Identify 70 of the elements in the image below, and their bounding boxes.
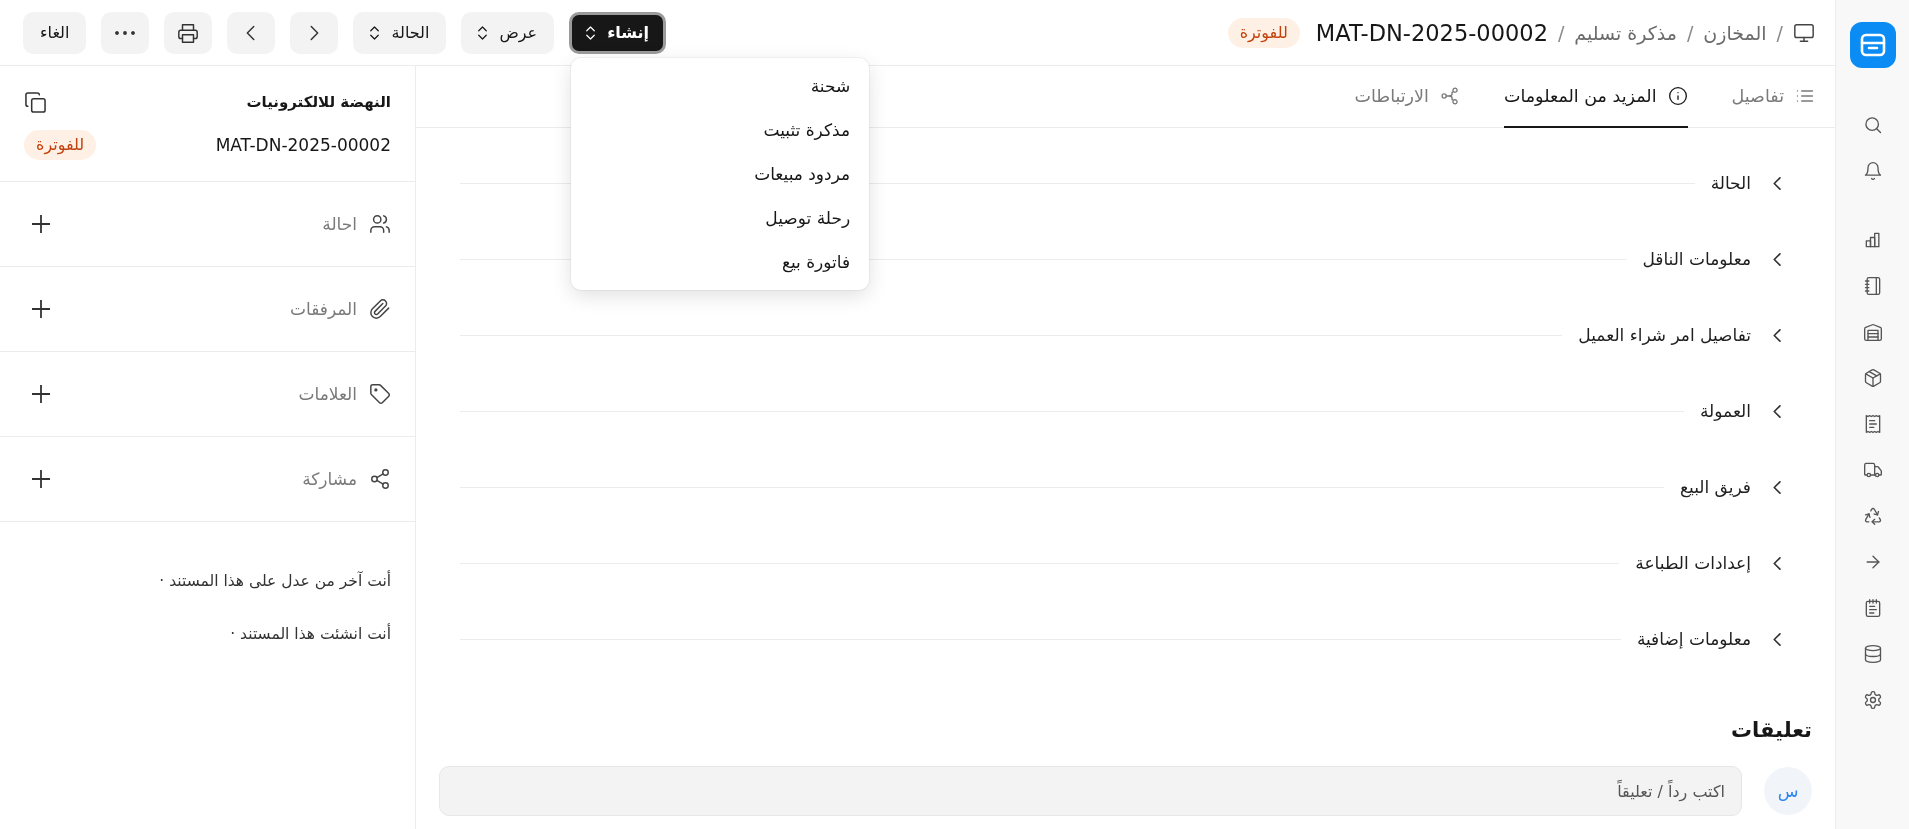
database-icon[interactable] — [1862, 644, 1883, 664]
plus-icon — [32, 470, 50, 488]
status-badge: للفوترة — [24, 130, 97, 160]
section-header[interactable]: العمولة — [1700, 401, 1784, 421]
section-header[interactable]: معلومات إضافية — [1636, 629, 1784, 649]
activity-text: أنت آخر من عدل على هذا المستند · — [158, 570, 391, 592]
status-badge: للفوترة — [1227, 17, 1300, 48]
menu-item[interactable]: مردود مبيعات — [571, 151, 870, 196]
add-button[interactable] — [32, 300, 50, 318]
add-button[interactable] — [32, 470, 50, 488]
document-id: MAT-DN-2025-00002 — [215, 135, 391, 155]
print-button[interactable] — [164, 11, 213, 54]
search-icon[interactable] — [1862, 115, 1883, 135]
breadcrumb-separator: / — [1776, 21, 1783, 44]
comments-title: تعليقات — [1730, 717, 1812, 743]
caret-icon — [586, 25, 596, 40]
avatar: س — [1764, 767, 1812, 815]
breadcrumb-separator: / — [1557, 21, 1565, 44]
caret-icon — [370, 25, 380, 40]
info-icon — [1667, 86, 1688, 106]
activity-text: أنت انشئت هذا المستند · — [229, 623, 391, 645]
menu-item[interactable]: مذكرة تثبيت — [571, 107, 870, 152]
menu-item[interactable]: فاتورة بيع — [571, 239, 870, 284]
bell-icon[interactable] — [1862, 161, 1883, 181]
menu-item[interactable]: رحلة توصيل — [571, 195, 870, 240]
tab[interactable]: الارتباطات — [1354, 66, 1460, 128]
settings-icon[interactable] — [1862, 690, 1883, 710]
warehouse-icon[interactable] — [1862, 322, 1883, 342]
section-header[interactable]: فريق البيع — [1679, 477, 1784, 497]
section-header[interactable]: إعدادات الطباعة — [1635, 553, 1784, 573]
caret-icon — [478, 25, 488, 40]
dropdown-button[interactable]: إنشاء — [569, 11, 667, 54]
notebook-icon[interactable] — [1862, 276, 1883, 296]
comment-input[interactable]: اكتب رداً / تعليقاً — [439, 766, 1742, 816]
sidebar-label: العلامات — [297, 384, 357, 404]
dropdown-button[interactable]: الحالة — [353, 11, 447, 54]
recycle-icon[interactable] — [1862, 506, 1883, 526]
sidebar-label: احالة — [321, 214, 357, 234]
paperclip-icon — [369, 298, 391, 320]
more-icon — [115, 30, 136, 35]
dropdown-button[interactable]: عرض — [461, 11, 555, 54]
tab[interactable]: المزيد من المعلومات — [1503, 66, 1688, 128]
plus-icon — [32, 385, 50, 403]
truck-icon[interactable] — [1862, 460, 1883, 480]
printer-icon — [177, 21, 200, 44]
cancel-button[interactable]: الغاء — [23, 11, 87, 54]
copy-icon[interactable] — [25, 91, 46, 113]
nodes-icon — [1439, 86, 1460, 106]
menu-item[interactable]: شحنة — [571, 63, 870, 108]
breadcrumb-separator: / — [1686, 21, 1694, 44]
plus-icon — [32, 215, 50, 233]
add-button[interactable] — [32, 215, 50, 233]
breadcrumb-link[interactable]: المخازن — [1703, 21, 1767, 44]
tab[interactable]: تفاصيل — [1731, 66, 1815, 128]
section-header[interactable]: الحالة — [1710, 173, 1784, 193]
cube-icon[interactable] — [1862, 368, 1883, 388]
plus-icon — [32, 300, 50, 318]
tag-icon — [369, 383, 391, 405]
section-header[interactable]: تفاصيل امر شراء العميل — [1578, 325, 1784, 345]
users-icon — [369, 213, 391, 235]
breadcrumb-link[interactable]: مذكرة تسليم — [1574, 21, 1677, 44]
customer-name: النهضة للالكترونيات — [246, 93, 391, 111]
app-logo[interactable] — [1849, 22, 1896, 68]
add-button[interactable] — [32, 385, 50, 403]
sidebar-label: مشاركة — [301, 469, 357, 489]
section-header[interactable]: معلومات الناقل — [1642, 249, 1784, 269]
sidebar-label: المرفقات — [288, 299, 357, 319]
page-title: MAT-DN-2025-00002 — [1315, 19, 1548, 46]
monitor-icon — [1793, 21, 1815, 44]
share-icon — [369, 468, 391, 490]
